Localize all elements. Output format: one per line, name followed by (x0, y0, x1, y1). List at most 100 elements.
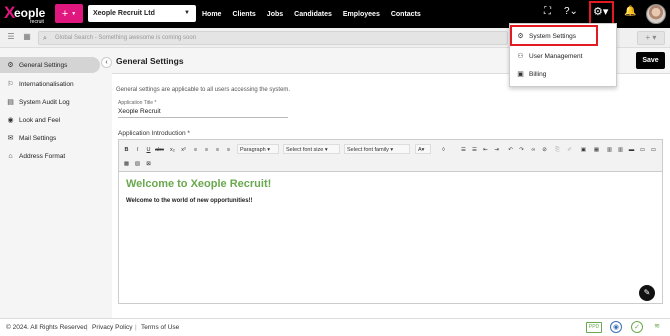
block-right-icon[interactable]: ▥ (616, 145, 625, 155)
align-right-icon[interactable]: ≡ (213, 145, 222, 155)
sidebar-item-look-and-feel[interactable]: ◉ Look and Feel (0, 112, 100, 128)
collapse-sidebar-button[interactable]: ‹ (101, 57, 112, 68)
global-search-placeholder: Global Search - Something awesome is com… (55, 35, 197, 41)
global-search-input[interactable]: ⌕ Global Search - Something awesome is c… (38, 31, 508, 45)
italic-icon[interactable]: I (133, 145, 142, 155)
sidebar-item-internationalisation[interactable]: ⚐ Internationalisation (0, 76, 100, 92)
app-title-underline (118, 117, 288, 118)
settings-info-text: General settings are applicable to all u… (116, 87, 291, 93)
user-avatar[interactable] (646, 4, 666, 24)
menu-item-billing[interactable]: ▣ Billing (516, 67, 546, 81)
indent-icon[interactable]: ⇥ (492, 145, 501, 155)
menu-item-system-settings[interactable]: ⚙ System Settings (516, 29, 576, 43)
table-icon[interactable]: ▦ (592, 145, 601, 155)
sidebar-item-mail-settings[interactable]: ✉ Mail Settings (0, 130, 100, 146)
link-icon[interactable]: ∞ (529, 145, 538, 155)
numbered-list-icon[interactable]: ☰ (470, 145, 479, 155)
undo-icon[interactable]: ↶ (506, 145, 515, 155)
menu-item-label: Billing (529, 70, 547, 78)
font-color-select[interactable]: A▾ (415, 144, 431, 154)
quick-add-button[interactable]: + ▼ (55, 4, 83, 23)
strikethrough-icon[interactable]: abc (155, 145, 164, 155)
eye-icon: ◉ (7, 117, 14, 124)
subscript-icon[interactable]: x₂ (168, 145, 177, 155)
save-button[interactable]: Save (636, 52, 665, 69)
ppd-badge[interactable]: PPD (586, 322, 602, 333)
add-dropdown-button[interactable]: + ▾ (637, 31, 665, 45)
sidebar-item-system-audit-log[interactable]: ▤ System Audit Log (0, 94, 100, 110)
settings-dropdown-menu: ⚙ System Settings ⚇ User Management ▣ Bi… (509, 23, 617, 87)
audit-icon: ▤ (7, 99, 14, 106)
fullscreen-icon[interactable]: ⛶ (544, 6, 551, 17)
redo-icon[interactable]: ↷ (517, 145, 526, 155)
check-circle-icon[interactable]: ✓ (631, 321, 643, 333)
bold-icon[interactable]: B (122, 145, 131, 155)
font-size-select[interactable]: Select font size ▾ (283, 144, 340, 154)
sidebar-item-label: General Settings (19, 61, 68, 69)
font-color-select-value: A (418, 147, 422, 153)
main-content: General Settings Save General settings a… (112, 48, 670, 318)
horizontal-rule-icon[interactable]: ▬ (627, 145, 636, 155)
justify-icon[interactable]: ≡ (224, 145, 233, 155)
source-icon[interactable]: ▭ (649, 145, 658, 155)
billing-icon: ▣ (517, 71, 524, 78)
code-view-icon[interactable]: ▭ (638, 145, 647, 155)
block-left-icon[interactable]: ▥ (605, 145, 614, 155)
font-family-select[interactable]: Select font family ▾ (344, 144, 410, 154)
image-icon[interactable]: ▣ (579, 145, 588, 155)
nav-clients[interactable]: Clients (232, 11, 255, 18)
settings-card: General settings are applicable to all u… (112, 74, 670, 318)
copy-format-icon[interactable]: ⎘ (553, 145, 562, 155)
superscript-icon[interactable]: x² (179, 145, 188, 155)
preview-icon[interactable]: ▩ (122, 159, 131, 169)
bullet-list-icon[interactable]: ☰ (459, 145, 468, 155)
unlink-icon[interactable]: ⊘ (540, 145, 549, 155)
terms-of-use-link[interactable]: Terms of Use (141, 324, 179, 331)
xeople-logo[interactable]: X eople recruit (4, 3, 50, 25)
list-view-icon[interactable]: ☰ (4, 32, 18, 44)
rich-text-editor: B I U abc x₂ x² ≡ ≡ ≡ ≡ Paragraph ▾ Sele… (118, 139, 663, 304)
editor-content-text[interactable]: Welcome to the world of new opportunitie… (126, 198, 253, 204)
nav-contacts[interactable]: Contacts (391, 11, 421, 18)
flag-icon: ⚐ (7, 81, 14, 88)
settings-gear-icon[interactable]: ⚙▾ (593, 5, 608, 18)
editor-content-heading[interactable]: Welcome to Xeople Recruit! (126, 178, 271, 190)
search-icon: ⌕ (43, 35, 47, 42)
edit-fab-button[interactable]: ✎ (639, 285, 655, 301)
highlight-color-icon[interactable]: ◊ (439, 145, 448, 155)
font-family-select-value: Select font family (347, 147, 389, 153)
grid-view-icon[interactable]: ▦ (20, 32, 34, 44)
help-icon[interactable]: ?⌄ (564, 6, 578, 17)
logo-subtext: recruit (30, 19, 44, 25)
app-title-input[interactable]: Xeople Recruit (118, 108, 161, 115)
settings-sidebar: ⚙ General Settings ⚐ Internationalisatio… (0, 48, 107, 318)
user-status-icon[interactable]: ◉ (610, 321, 622, 333)
nav-home[interactable]: Home (202, 11, 221, 18)
nav-employees[interactable]: Employees (343, 11, 380, 18)
font-size-select-value: Select font size (286, 147, 324, 153)
main-nav: Home Clients Jobs Candidates Employees C… (202, 0, 432, 28)
sidebar-item-address-format[interactable]: ⌂ Address Format (0, 148, 100, 164)
editor-toolbar: B I U abc x₂ x² ≡ ≡ ≡ ≡ Paragraph ▾ Sele… (119, 140, 662, 172)
paragraph-select[interactable]: Paragraph ▾ (237, 144, 279, 154)
align-center-icon[interactable]: ≡ (202, 145, 211, 155)
notification-bell-icon[interactable]: 🔔 (624, 6, 636, 17)
sidebar-item-label: Address Format (19, 152, 66, 160)
sidebar-item-label: System Audit Log (19, 98, 70, 106)
clear-format-icon[interactable]: ✐ (565, 145, 574, 155)
mail-icon: ✉ (7, 135, 14, 142)
menu-item-user-management[interactable]: ⚇ User Management (516, 49, 582, 63)
paragraph-select-value: Paragraph (240, 147, 266, 153)
align-left-icon[interactable]: ≡ (191, 145, 200, 155)
logo-text: eople (14, 6, 46, 20)
sidebar-item-general-settings[interactable]: ⚙ General Settings (0, 57, 100, 73)
clear-icon[interactable]: ⊠ (144, 159, 153, 169)
privacy-policy-link[interactable]: Privacy Policy (92, 324, 132, 331)
underline-icon[interactable]: U (144, 145, 153, 155)
outdent-icon[interactable]: ⇤ (481, 145, 490, 155)
app-intro-label: Application Introduction * (118, 130, 190, 137)
nav-jobs[interactable]: Jobs (267, 11, 283, 18)
nav-candidates[interactable]: Candidates (294, 11, 332, 18)
print-icon[interactable]: ▨ (133, 159, 142, 169)
company-select[interactable]: Xeople Recruit Ltd ▼ (88, 5, 196, 22)
